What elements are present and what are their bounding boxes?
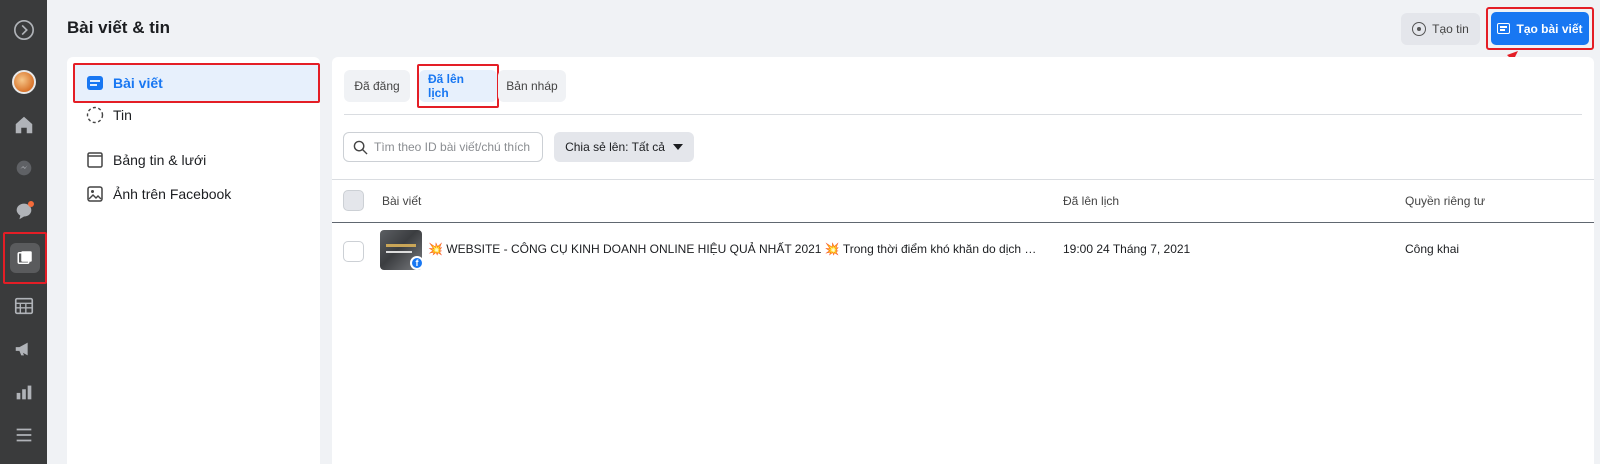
home-icon [15,116,32,133]
logo-icon [13,20,34,40]
calendar-icon [14,297,33,314]
post-caption-text: WEBSITE - CÔNG CỤ KINH DOANH ONLINE HIỆU… [446,242,1043,256]
tab-published[interactable]: Đã đăng [344,70,410,102]
row-checkbox[interactable] [343,241,364,262]
create-post-button[interactable]: Tạo bài viết [1491,12,1589,45]
sidebar-item-label: Tin [113,107,132,123]
divider [344,114,1582,115]
divider [332,179,1594,180]
share-filter-dropdown[interactable]: Chia sẻ lên: Tất cả [554,132,694,162]
create-story-label: Tạo tin [1432,22,1469,36]
select-all-checkbox[interactable] [343,190,364,211]
sidebar-item-label: Bảng tin & lưới [113,152,207,168]
filter-label: Chia sẻ lên: Tất cả [565,140,665,154]
facebook-icon: f [410,256,424,270]
tab-label: Đã lên lịch [419,70,497,102]
messenger-nav[interactable] [0,146,47,189]
feed-grid-icon [86,151,104,169]
post-caption[interactable]: 💥 WEBSITE - CÔNG CỤ KINH DOANH ONLINE HI… [428,242,1043,256]
sidebar-item-facebook-photos[interactable]: Ảnh trên Facebook [80,176,313,212]
scheduled-time: 19:00 24 Tháng 7, 2021 [1063,242,1191,256]
left-nav-rail [0,0,47,464]
meta-logo-icon[interactable] [0,0,47,60]
search-icon [353,140,368,155]
avatar [11,69,36,94]
posts-main-panel: Đã đăng Đã lên lịch Bản nháp Tìm theo ID… [332,57,1594,464]
search-input[interactable]: Tìm theo ID bài viết/chú thích [343,132,543,162]
posts-nav-box [9,243,40,273]
megaphone-icon [15,342,28,355]
planner-nav[interactable] [0,284,47,327]
sidebar-item-label: Bài viết [113,75,163,91]
home-nav[interactable] [0,103,47,146]
post-icon [86,74,104,92]
ads-nav[interactable] [0,327,47,370]
page-avatar[interactable] [0,60,47,103]
sidebar-item-stories[interactable]: Tin [80,97,313,133]
story-icon [86,106,104,124]
compose-icon [1497,23,1511,34]
create-post-label: Tạo bài viết [1516,21,1583,36]
insights-icon [16,385,31,399]
sidebar-item-label: Ảnh trên Facebook [113,186,232,202]
column-header-privacy[interactable]: Quyền riêng tư [1405,194,1485,208]
insights-nav[interactable] [0,370,47,413]
privacy-status: Công khai [1405,242,1460,256]
create-post-highlight: Tạo bài viết [1486,7,1594,50]
column-header-scheduled[interactable]: Đã lên lịch [1063,194,1119,208]
content-sidebar: Bài viết Tin Bảng tin & lưới Ảnh trên Fa… [67,57,320,464]
column-header-post[interactable]: Bài viết [382,194,421,208]
tab-label: Đã đăng [354,79,400,93]
search-placeholder: Tìm theo ID bài viết/chú thích [374,140,531,154]
sidebar-item-feed-grid[interactable]: Bảng tin & lưới [80,142,313,178]
tab-drafts[interactable]: Bản nháp [498,70,566,102]
caret-down-icon [672,144,683,150]
explosion-icon: 💥 [428,242,443,256]
story-plus-icon [1412,22,1427,36]
notification-dot [28,201,34,207]
messenger-icon [16,160,31,175]
more-nav[interactable] [0,413,47,456]
tab-label: Bản nháp [506,79,558,93]
page-title: Bài viết & tin [67,18,170,37]
photo-icon [86,185,104,203]
comments-nav[interactable] [0,189,47,232]
posts-icon [17,251,32,264]
divider [332,222,1594,223]
create-story-button[interactable]: Tạo tin [1401,13,1480,45]
posts-nav[interactable] [2,232,47,284]
menu-icon [16,428,31,441]
tab-scheduled[interactable]: Đã lên lịch [417,64,499,108]
